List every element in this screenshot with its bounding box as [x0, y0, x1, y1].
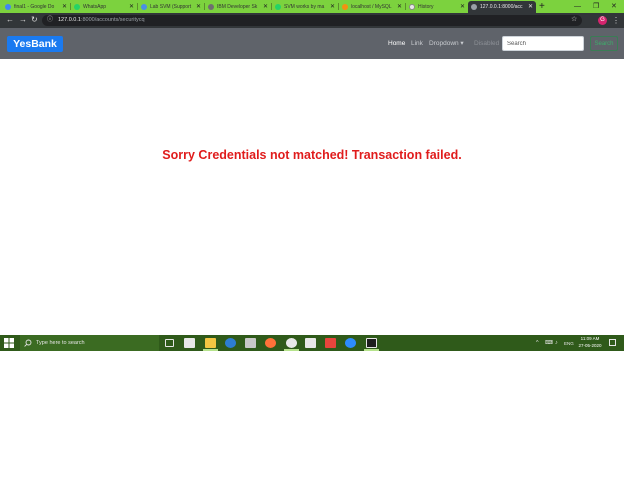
active-app-indicator [203, 349, 218, 351]
history-icon [409, 4, 415, 10]
close-tab-icon[interactable]: ✕ [62, 3, 67, 10]
mail-icon[interactable] [305, 338, 316, 348]
tab-title: localhost / MySQL [351, 4, 392, 10]
brand-logo[interactable]: YesBank [7, 36, 63, 52]
nav-link-home[interactable]: Home [388, 40, 405, 48]
close-tab-icon[interactable]: ✕ [330, 3, 335, 10]
browser-tab[interactable]: WhatsApp ✕ [71, 1, 137, 13]
reload-button[interactable]: ↻ [31, 15, 38, 25]
whatsapp-icon [74, 4, 80, 10]
tab-title: History [418, 4, 434, 10]
clock-date[interactable]: 27-05-2020 [576, 343, 604, 349]
windows-start-icon[interactable] [4, 338, 14, 348]
tab-title: SVM works by ma [284, 4, 325, 10]
browser-tab-strip: final1 - Google Do ✕ WhatsApp ✕ Lab SVM … [0, 0, 624, 13]
google-docs-icon [5, 4, 11, 10]
site-info-icon[interactable]: ⓘ [47, 15, 53, 25]
browser-tab[interactable]: History ✕ [406, 1, 468, 13]
browser-tab-active[interactable]: 127.0.0.1:8000/acc ✕ [468, 1, 536, 13]
active-app-indicator [364, 349, 379, 351]
lab-icon [141, 4, 147, 10]
close-tab-icon[interactable]: ✕ [528, 3, 533, 10]
store-icon[interactable] [184, 338, 195, 348]
tab-title: 127.0.0.1:8000/acc [480, 4, 523, 10]
nav-link-disabled: Disabled [474, 40, 500, 47]
url-path: :8000/accounts/securitycq [80, 17, 145, 23]
tab-title: WhatsApp [83, 4, 107, 10]
notification-icon[interactable] [609, 339, 616, 346]
phpmyadmin-icon [342, 4, 348, 10]
keyboard-icon[interactable]: ⌨ [545, 340, 553, 347]
language-indicator[interactable]: ENG [564, 340, 574, 347]
taskbar-search-placeholder[interactable]: Type here to search [36, 339, 85, 347]
zoom-icon[interactable] [345, 338, 356, 348]
browser-tab[interactable]: SVM works by ma ✕ [272, 1, 338, 13]
close-tab-icon[interactable]: ✕ [460, 3, 465, 10]
close-tab-icon[interactable]: ✕ [196, 3, 201, 10]
back-button[interactable]: ← [6, 15, 14, 25]
browser-tab[interactable]: final1 - Google Do ✕ [2, 1, 70, 13]
address-url[interactable]: 127.0.0.1:8000/accounts/securitycq [58, 15, 145, 26]
forward-button[interactable]: → [19, 15, 27, 25]
browser-tab[interactable]: localhost / MySQL ✕ [339, 1, 405, 13]
ibm-icon [208, 4, 214, 10]
chrome-icon[interactable] [286, 338, 297, 348]
active-app-indicator [284, 349, 299, 351]
url-host: 127.0.0.1 [58, 17, 81, 23]
search-icon [24, 339, 32, 347]
recorder-icon[interactable] [325, 338, 336, 348]
search-button[interactable]: Search [590, 36, 618, 51]
whatsapp-icon [275, 4, 281, 10]
windows-taskbar [0, 335, 624, 351]
browser-menu-icon[interactable]: ⋮ [612, 14, 620, 27]
error-message: Sorry Credentials not matched! Transacti… [162, 148, 462, 162]
maximize-button[interactable]: ❐ [593, 0, 599, 13]
profile-avatar[interactable]: G [598, 16, 607, 25]
tab-title: IBM Developer Sk [217, 4, 258, 10]
nav-dropdown[interactable]: Dropdown ▾ [429, 40, 464, 48]
bookmark-star-icon[interactable]: ☆ [571, 15, 577, 25]
browser-tab[interactable]: Lab SVM (Support ✕ [138, 1, 204, 13]
tray-overflow-icon[interactable]: ^ [536, 340, 539, 347]
globe-icon [471, 4, 477, 10]
clock-time[interactable]: 11:09 AM [576, 336, 604, 342]
close-tab-icon[interactable]: ✕ [263, 3, 268, 10]
new-tab-button[interactable]: + [539, 0, 545, 13]
close-window-button[interactable]: ✕ [611, 0, 617, 13]
volume-icon[interactable]: ♪ [555, 340, 558, 347]
firefox-icon[interactable] [265, 338, 276, 348]
pycharm-icon[interactable] [366, 338, 377, 348]
file-explorer-icon[interactable] [205, 338, 216, 348]
nav-link-link[interactable]: Link [411, 40, 423, 48]
close-tab-icon[interactable]: ✕ [397, 3, 402, 10]
site-navbar: YesBank Home Link Dropdown ▾ Disabled Se… [0, 28, 624, 59]
task-view-icon[interactable] [165, 339, 174, 347]
search-input[interactable] [502, 36, 584, 51]
minimize-button[interactable]: — [574, 0, 581, 13]
media-player-icon[interactable] [245, 338, 256, 348]
browser-tab[interactable]: IBM Developer Sk ✕ [205, 1, 271, 13]
tab-title: final1 - Google Do [14, 4, 55, 10]
edge-icon[interactable] [225, 338, 236, 348]
close-tab-icon[interactable]: ✕ [129, 3, 134, 10]
tab-title: Lab SVM (Support [150, 4, 192, 10]
